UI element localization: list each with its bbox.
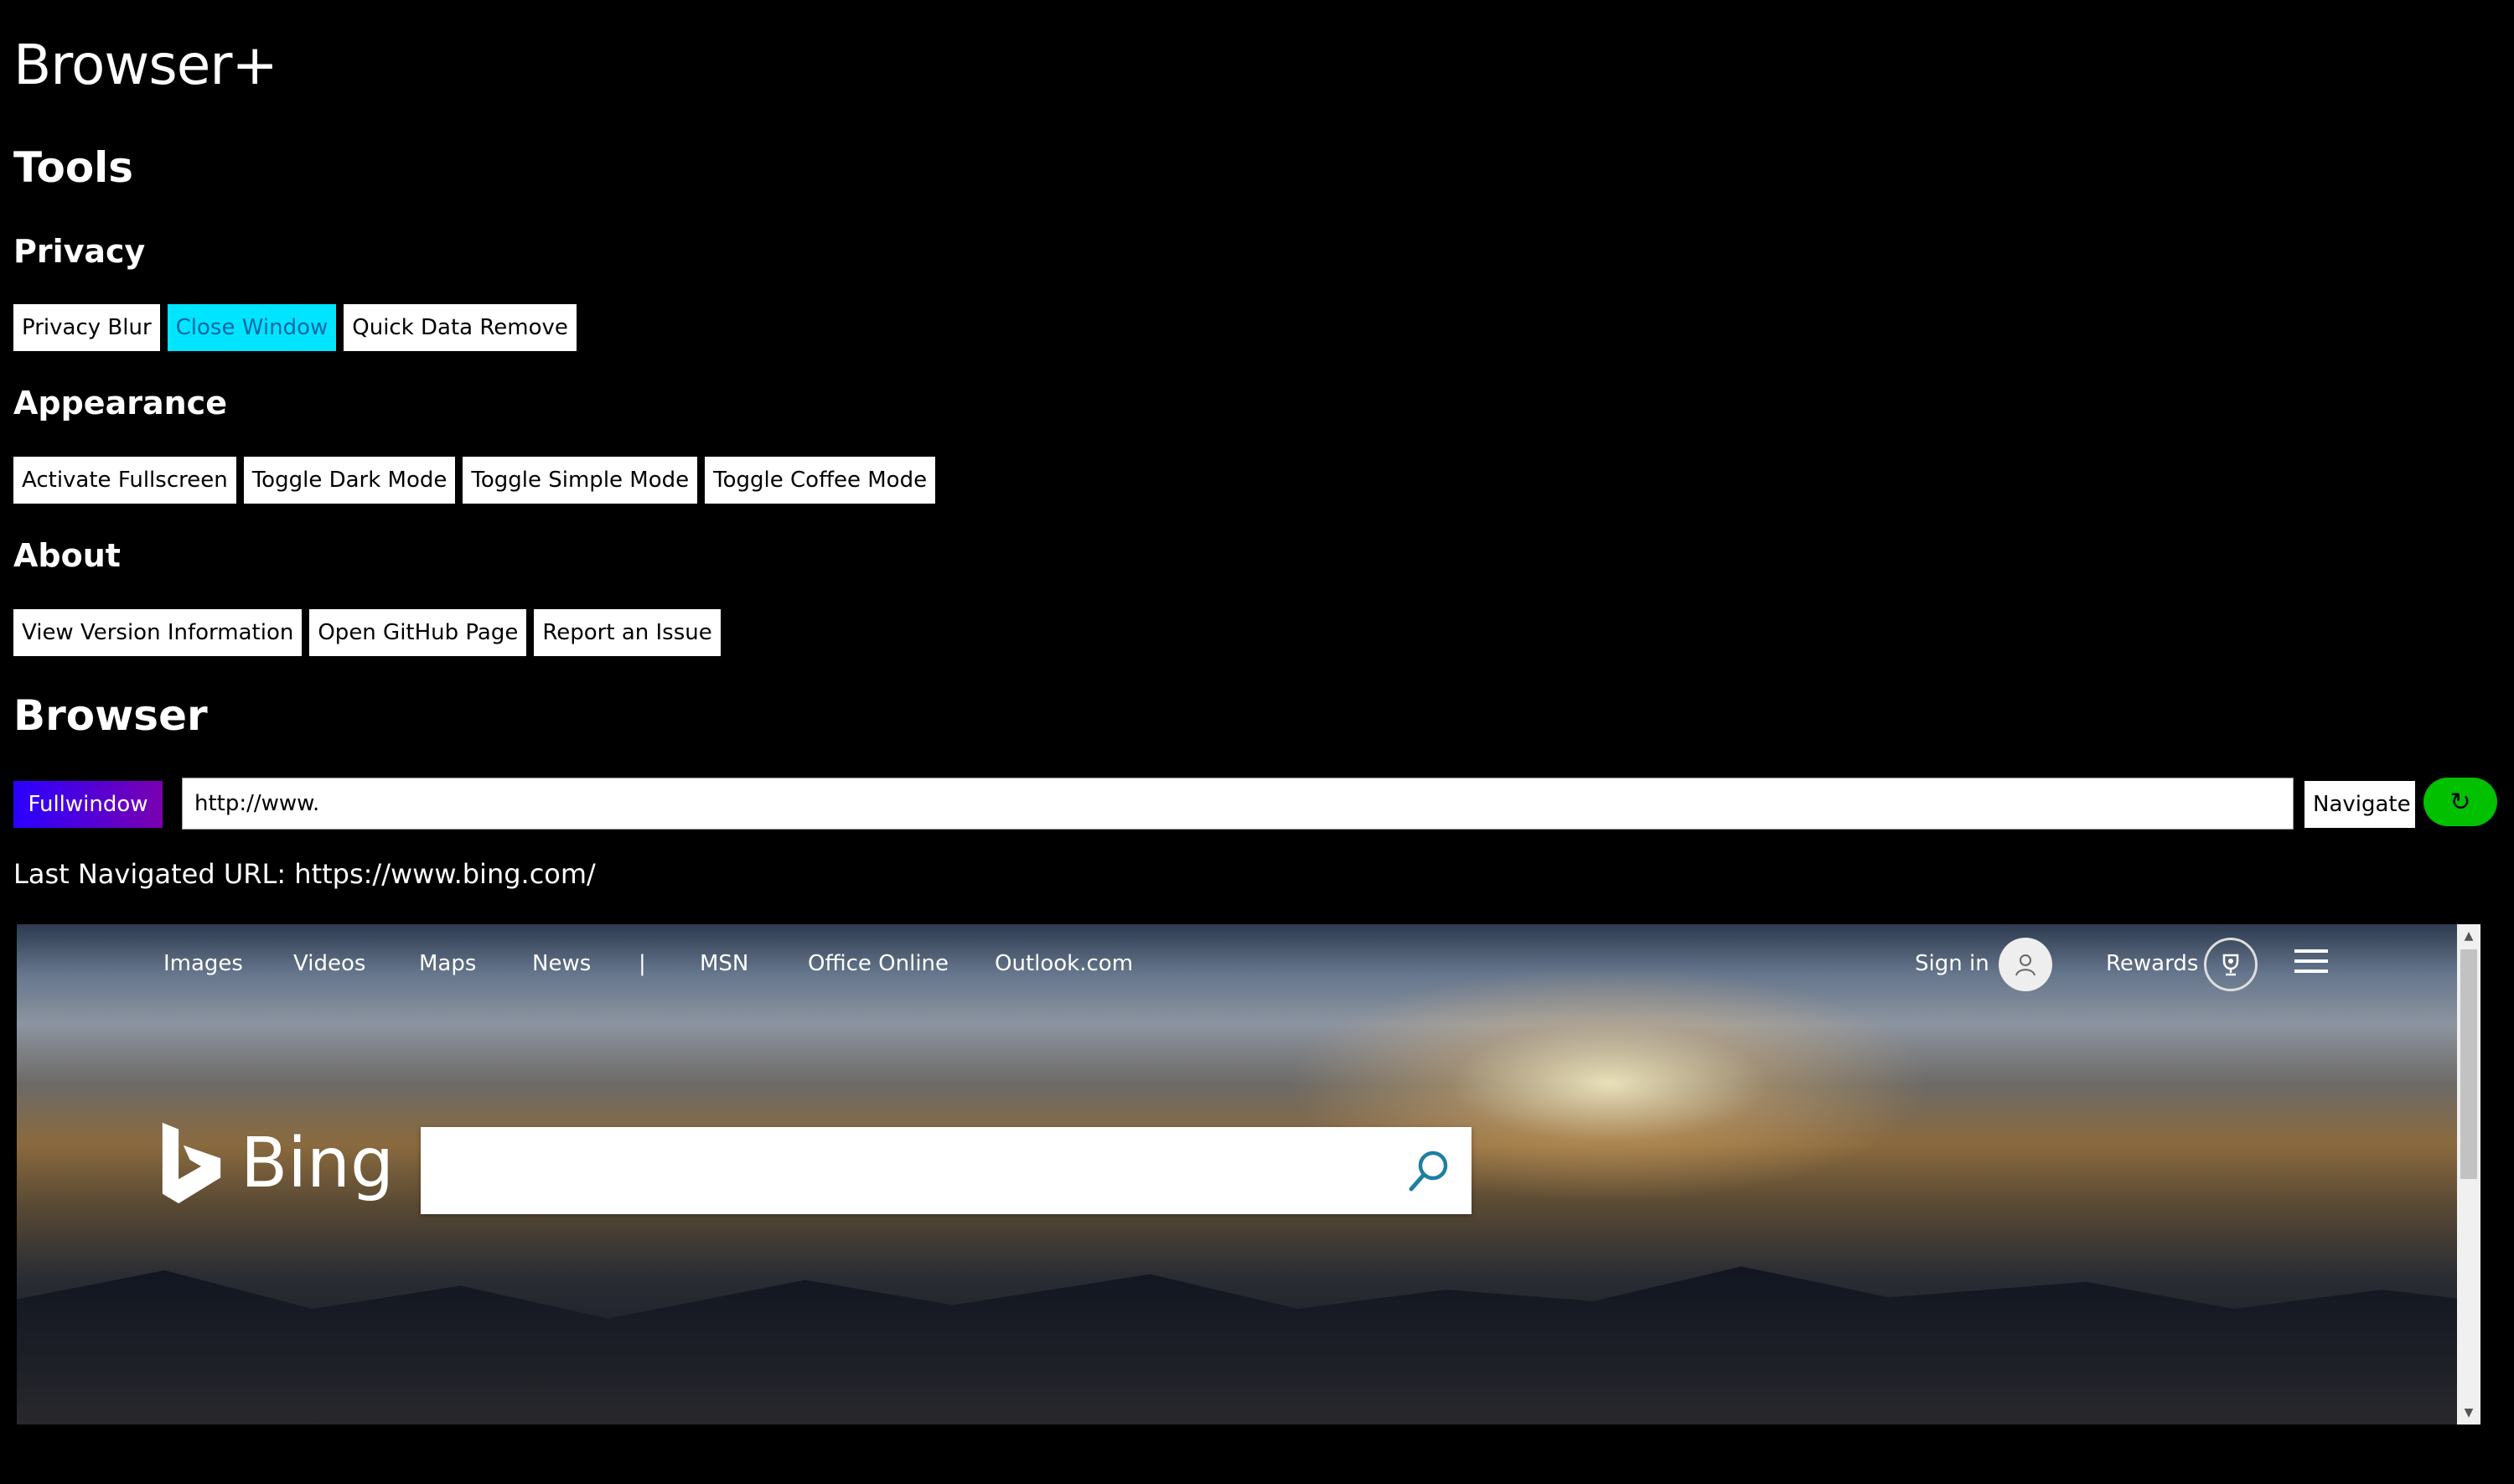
appearance-buttons: Activate Fullscreen Toggle Dark Mode Tog…: [13, 457, 936, 504]
rewards-trophy-icon[interactable]: [2204, 938, 2258, 991]
sign-in-link[interactable]: Sign in: [1915, 951, 1989, 976]
close-window-button[interactable]: Close Window: [167, 304, 337, 351]
nav-link-office-online[interactable]: Office Online: [808, 951, 949, 976]
toggle-simple-mode-button[interactable]: Toggle Simple Mode: [463, 457, 698, 504]
about-heading: About: [13, 537, 121, 574]
privacy-heading: Privacy: [13, 233, 146, 270]
nav-link-maps[interactable]: Maps: [419, 951, 476, 976]
about-buttons: View Version Information Open GitHub Pag…: [13, 609, 721, 656]
bing-top-nav: Images Videos Maps News | MSN Office Onl…: [17, 938, 2480, 991]
menu-hamburger-icon[interactable]: [2294, 949, 2328, 975]
nav-link-images[interactable]: Images: [163, 951, 243, 976]
mountain-background: [17, 1266, 2480, 1425]
bing-logo-text: Bing: [240, 1123, 394, 1203]
privacy-blur-button[interactable]: Privacy Blur: [13, 304, 160, 351]
nav-link-outlook[interactable]: Outlook.com: [995, 951, 1133, 976]
fullwindow-button[interactable]: Fullwindow: [13, 781, 163, 828]
bing-b-icon: [162, 1122, 221, 1204]
report-issue-button[interactable]: Report an Issue: [534, 609, 721, 656]
browser-heading: Browser: [13, 691, 208, 740]
navigate-button[interactable]: Navigate: [2304, 781, 2415, 828]
toggle-coffee-mode-button[interactable]: Toggle Coffee Mode: [705, 457, 936, 504]
url-input[interactable]: http://www.: [182, 778, 2294, 830]
scroll-thumb[interactable]: [2460, 949, 2477, 1179]
open-github-page-button[interactable]: Open GitHub Page: [309, 609, 527, 656]
refresh-icon: ↻: [2449, 787, 2471, 817]
privacy-buttons: Privacy Blur Close Window Quick Data Rem…: [13, 304, 577, 351]
nav-link-videos[interactable]: Videos: [293, 951, 365, 976]
browser-frame[interactable]: Images Videos Maps News | MSN Office Onl…: [17, 924, 2480, 1425]
nav-separator: |: [639, 951, 646, 976]
nav-link-msn[interactable]: MSN: [700, 951, 748, 976]
refresh-button[interactable]: ↻: [2423, 778, 2497, 826]
rewards-link[interactable]: Rewards: [2106, 951, 2198, 976]
tools-heading: Tools: [13, 143, 134, 192]
search-icon[interactable]: [1404, 1147, 1453, 1196]
activate-fullscreen-button[interactable]: Activate Fullscreen: [13, 457, 236, 504]
appearance-heading: Appearance: [13, 385, 227, 421]
toggle-dark-mode-button[interactable]: Toggle Dark Mode: [243, 457, 456, 504]
last-navigated-url: Last Navigated URL: https://www.bing.com…: [13, 858, 596, 890]
bing-logo[interactable]: Bing: [159, 1117, 394, 1209]
quick-data-remove-button[interactable]: Quick Data Remove: [344, 304, 577, 351]
user-avatar-icon[interactable]: [1999, 938, 2052, 991]
scroll-up-arrow-icon[interactable]: ▲: [2457, 924, 2480, 948]
app-title: Browser+: [13, 33, 278, 97]
scroll-down-arrow-icon[interactable]: ▼: [2457, 1401, 2480, 1425]
bing-search-input[interactable]: [421, 1127, 1472, 1214]
vertical-scrollbar[interactable]: ▲ ▼: [2457, 924, 2480, 1425]
view-version-info-button[interactable]: View Version Information: [13, 609, 303, 656]
nav-link-news[interactable]: News: [532, 951, 591, 976]
